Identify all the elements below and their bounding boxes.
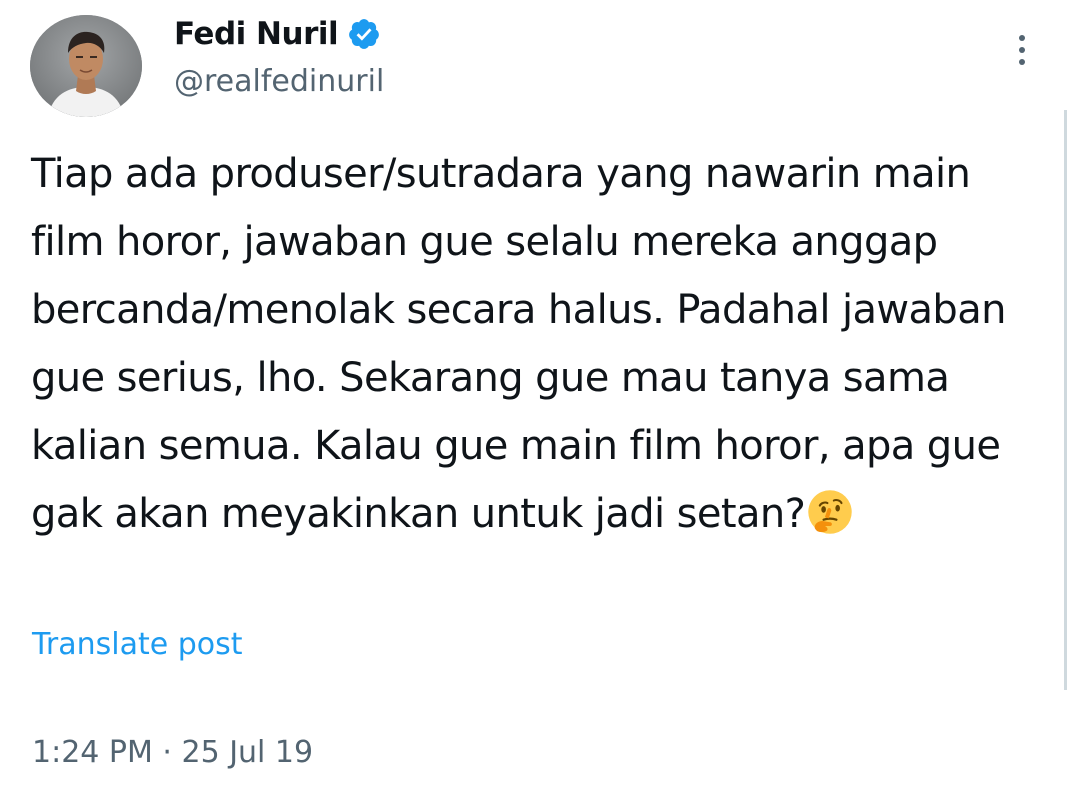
more-vertical-icon-dot [1019, 47, 1025, 53]
more-vertical-icon-dot [1019, 59, 1025, 65]
more-options-button[interactable] [1008, 28, 1036, 72]
thinking-face-emoji-icon [807, 488, 853, 534]
tweet: Fedi Nuril @realfedinuril Tiap ada produ… [0, 0, 1067, 804]
more-vertical-icon [1019, 35, 1025, 41]
verified-badge-icon [347, 17, 381, 51]
avatar-image [30, 15, 142, 117]
translate-post-link[interactable]: Translate post [32, 625, 243, 665]
author-row: Fedi Nuril [174, 14, 381, 54]
post-text-content: Tiap ada produser/sutradara yang nawarin… [31, 151, 1006, 537]
display-name[interactable]: Fedi Nuril [174, 14, 339, 54]
author-handle[interactable]: @realfedinuril [174, 62, 384, 102]
post-timestamp[interactable]: 1:24 PM · 25 Jul 19 [32, 733, 313, 773]
post-text: Tiap ada produser/sutradara yang nawarin… [31, 140, 1041, 548]
avatar[interactable] [30, 15, 142, 117]
